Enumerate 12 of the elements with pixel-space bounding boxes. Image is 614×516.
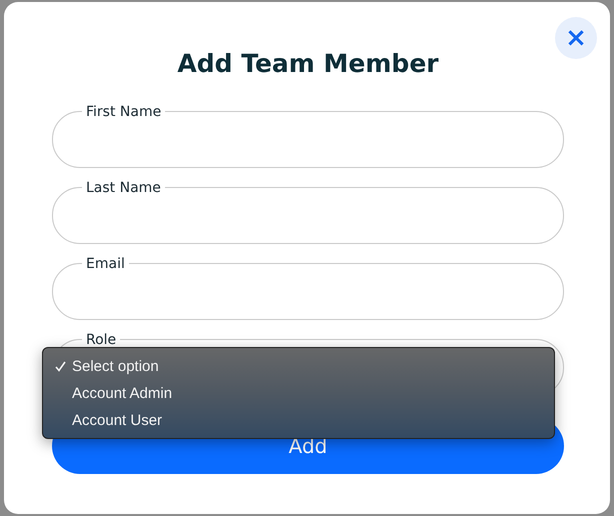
field-label: First Name bbox=[85, 104, 162, 120]
menu-item[interactable]: Account Admin bbox=[43, 380, 554, 407]
dialog-title: Add Team Member bbox=[176, 50, 440, 78]
field-label: Email bbox=[85, 256, 126, 272]
checkmark-icon bbox=[55, 361, 66, 372]
input-field[interactable]: First Name bbox=[52, 104, 564, 168]
input-field[interactable]: Email bbox=[52, 256, 564, 320]
field-label: Role bbox=[85, 332, 118, 348]
input-field[interactable]: Last Name bbox=[52, 180, 564, 244]
close-button[interactable]: × bbox=[555, 17, 597, 59]
menu-item[interactable]: Select option bbox=[43, 353, 554, 380]
field-label: Last Name bbox=[85, 180, 162, 196]
